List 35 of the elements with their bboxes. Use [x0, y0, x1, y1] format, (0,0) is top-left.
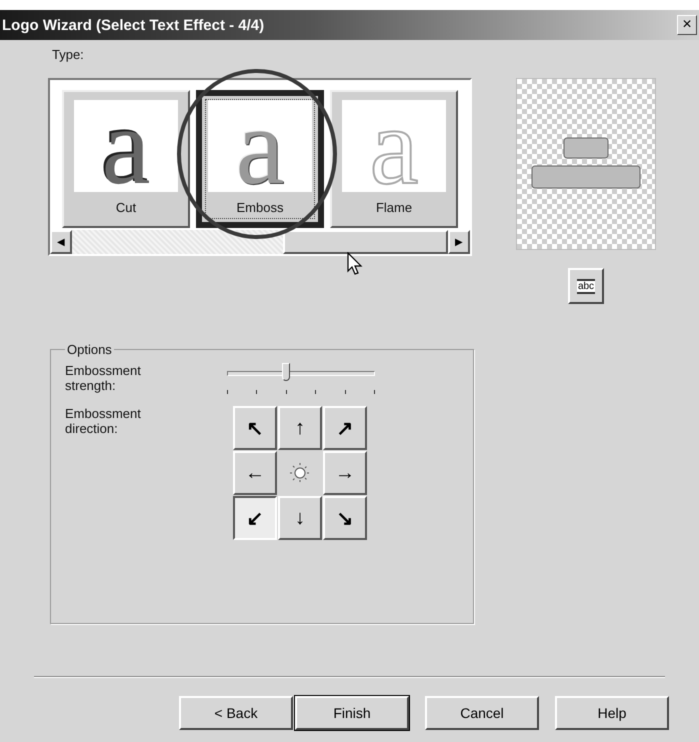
effect-item[interactable]: aCut — [62, 90, 190, 228]
scroll-left-button[interactable]: ◀ — [50, 230, 72, 254]
type-label: Type: — [52, 48, 85, 64]
direction-button[interactable]: → — [323, 451, 367, 495]
letter-sample: a — [370, 100, 418, 192]
direction-button[interactable]: ↙ — [233, 496, 277, 540]
effect-label: Cut — [116, 200, 136, 215]
sun-icon — [289, 462, 311, 484]
letter-sample: a — [236, 100, 284, 192]
horizontal-scrollbar[interactable]: ◀ ▶ — [50, 230, 470, 254]
wizard-button[interactable]: Help — [555, 696, 669, 730]
window-title: Logo Wizard (Select Text Effect - 4/4) — [2, 16, 264, 34]
direction-button[interactable]: ↓ — [278, 496, 322, 540]
wizard-button[interactable]: < Back — [179, 696, 293, 730]
effect-item[interactable]: aFlame — [330, 90, 458, 228]
direction-button[interactable]: ↑ — [278, 406, 322, 450]
effect-label: Flame — [376, 200, 412, 215]
options-title: Options — [66, 342, 113, 357]
strength-label: Embossment strength: — [65, 363, 142, 394]
direction-label: Embossment direction: — [65, 406, 142, 438]
scroll-thumb[interactable] — [282, 230, 448, 254]
font-button[interactable]: abc — [568, 268, 604, 304]
strength-slider[interactable] — [227, 363, 375, 394]
direction-button[interactable]: ← — [233, 451, 277, 495]
effect-item[interactable]: aEmboss — [196, 90, 324, 228]
direction-button[interactable]: ↗ — [323, 406, 367, 450]
slider-thumb[interactable] — [282, 363, 290, 381]
close-button[interactable]: × — [677, 15, 697, 35]
effect-label: Emboss — [236, 200, 284, 215]
wizard-button[interactable]: Finish — [295, 696, 409, 730]
direction-button[interactable]: ↘ — [323, 496, 367, 540]
letter-sample: a — [102, 100, 150, 192]
direction-button[interactable]: ↖ — [233, 406, 277, 450]
scroll-right-button[interactable]: ▶ — [448, 230, 470, 254]
wizard-button[interactable]: Cancel — [425, 696, 539, 730]
